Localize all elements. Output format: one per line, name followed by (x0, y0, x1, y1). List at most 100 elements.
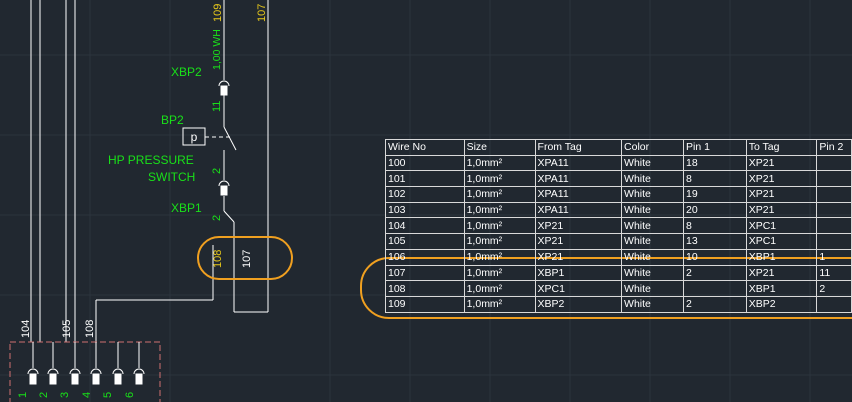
wire-table-cell[interactable]: XP21 (745, 186, 818, 203)
wire-table-cell[interactable] (816, 295, 852, 313)
wire-table-cell[interactable] (816, 170, 852, 188)
wire-table-row[interactable]: 109 1,0mm² XBP2 White 2 XBP2 (385, 295, 852, 313)
wire-table-cell[interactable]: 1 (816, 248, 852, 266)
wire-table-cell[interactable]: XPA11 (534, 170, 623, 188)
wire-table-cell[interactable]: XPC1 (534, 280, 623, 297)
wire-table-cell[interactable] (683, 280, 747, 297)
wire-table-row[interactable]: 103 1,0mm² XPA11 White 20 XP21 (385, 201, 852, 219)
wire-table-cell[interactable]: 1,0mm² (463, 295, 536, 313)
wire-table-cell[interactable] (816, 233, 852, 250)
wire-table-cell[interactable]: XP21 (534, 217, 623, 235)
wire-table-cell[interactable]: XP21 (745, 201, 818, 219)
wire-table-cell[interactable]: 107 (385, 264, 465, 282)
wire-table-cell[interactable]: 18 (683, 154, 747, 172)
wire-table-cell[interactable] (816, 154, 852, 172)
wire-label-105: 105 (61, 320, 73, 338)
wire-table-cell[interactable]: White (621, 233, 684, 250)
wire-table-cell[interactable]: 19 (683, 186, 747, 203)
wire-table-cell[interactable]: 103 (385, 201, 465, 219)
hp-switch-label-line2: SWITCH (148, 170, 195, 184)
wire-table-row[interactable]: 108 1,0mm² XPC1 White XBP1 2 (385, 280, 852, 297)
wire-table-row[interactable]: 106 1,0mm² XP21 White 10 XBP1 1 (385, 248, 852, 266)
wire-table-cell[interactable]: 11 (816, 264, 852, 282)
wire-table-cell[interactable]: 2 (816, 280, 852, 297)
wire-label-107-highlight: 107 (241, 250, 253, 268)
wire-table-cell[interactable]: White (621, 295, 684, 313)
wire-table-cell[interactable]: 1,0mm² (463, 186, 536, 203)
terminal-strip[interactable]: 1 2 3 4 5 6 (9, 341, 161, 402)
wire-table-cell[interactable]: 2 (683, 295, 747, 313)
wire-table-cell[interactable]: XP21 (745, 170, 818, 188)
connector-xbp2[interactable] (218, 80, 230, 96)
wire-table-row[interactable]: 104 1,0mm² XP21 White 8 XPC1 (385, 217, 852, 235)
wire-label-108-highlight: 108 (212, 250, 224, 268)
wire-table-cell[interactable]: 106 (385, 248, 465, 266)
wire-table-cell[interactable]: XPA11 (534, 201, 623, 219)
wire-table-cell[interactable]: White (621, 217, 684, 235)
wire-table-cell[interactable]: 1,0mm² (463, 248, 536, 266)
wire-bend[interactable] (223, 210, 235, 223)
wire-table-cell[interactable]: XBP2 (534, 295, 623, 313)
wire-label-108-bottom: 108 (84, 320, 96, 338)
wire-table-cell[interactable]: XP21 (745, 264, 818, 282)
wire-table-cell[interactable]: White (621, 170, 684, 188)
wire-table-header-cell: From Tag (534, 139, 623, 156)
wire-table-cell[interactable]: 1,0mm² (463, 280, 536, 297)
wire-table-cell[interactable] (816, 217, 852, 235)
wire-table-cell[interactable]: White (621, 264, 684, 282)
pressure-switch-bp2[interactable]: p (182, 127, 230, 146)
xbp1-label: XBP1 (171, 201, 202, 215)
wire-table-cell[interactable] (816, 201, 852, 219)
wire-table-cell[interactable]: XPA11 (534, 186, 623, 203)
wire-table-cell[interactable]: White (621, 248, 684, 266)
wire-table-cell[interactable]: 2 (683, 264, 747, 282)
wire-table-row[interactable]: 105 1,0mm² XP21 White 13 XPC1 (385, 233, 852, 250)
wire-table-cell[interactable]: 8 (683, 170, 747, 188)
wire-table-row[interactable]: 102 1,0mm² XPA11 White 19 XP21 (385, 186, 852, 203)
wire-table-cell[interactable]: XPC1 (745, 233, 818, 250)
wire-table-cell[interactable]: XBP1 (534, 264, 623, 282)
wire-table-row[interactable]: 107 1,0mm² XBP1 White 2 XP21 11 (385, 264, 852, 282)
wire-table-cell[interactable]: XP21 (534, 233, 623, 250)
wire-table-cell[interactable] (816, 186, 852, 203)
wire-table-cell[interactable]: XP21 (534, 248, 623, 266)
wire-table-cell[interactable]: 1,0mm² (463, 170, 536, 188)
wire-table-cell[interactable]: 10 (683, 248, 747, 266)
wire-table-cell[interactable]: White (621, 280, 684, 297)
wire-table-cell[interactable]: XBP1 (745, 280, 818, 297)
wire-table-cell[interactable]: XBP2 (745, 295, 818, 313)
wire-table-cell[interactable]: 104 (385, 217, 465, 235)
wire-table[interactable]: Wire No Size From Tag Color Pin 1 To Tag Pin 2… (385, 139, 852, 313)
switch-contact[interactable] (223, 126, 237, 151)
cad-drawing-canvas[interactable]: p 109 107 1,00 WH XBP2 11 BP2 HP PRESSUR… (0, 0, 852, 402)
wire-table-cell[interactable]: 101 (385, 170, 465, 188)
wire-table-cell[interactable]: 1,0mm² (463, 233, 536, 250)
wire-table-cell[interactable]: XPC1 (745, 217, 818, 235)
connector-xbp1[interactable] (218, 180, 230, 196)
terminal-number-2: 2 (38, 392, 50, 398)
wire-table-cell[interactable]: White (621, 186, 684, 203)
wire-table-cell[interactable]: White (621, 201, 684, 219)
pressure-symbol: p (191, 130, 198, 144)
wire-table-cell[interactable]: 100 (385, 154, 465, 172)
wire-table-cell[interactable]: 13 (683, 233, 747, 250)
wire-table-cell[interactable]: 102 (385, 186, 465, 203)
wire-table-cell[interactable]: XBP1 (745, 248, 818, 266)
wire-label-104: 104 (20, 320, 32, 338)
xbp1-pin: 2 (211, 215, 223, 221)
wire-table-cell[interactable]: 105 (385, 233, 465, 250)
wire-table-cell[interactable]: 20 (683, 201, 747, 219)
wire-table-cell[interactable]: 1,0mm² (463, 217, 536, 235)
wire-table-cell[interactable]: 1,0mm² (463, 154, 536, 172)
wire-table-cell[interactable]: 109 (385, 295, 465, 313)
wire-table-cell[interactable]: 108 (385, 280, 465, 297)
wire-table-cell[interactable]: XPA11 (534, 154, 623, 172)
wire-table-row[interactable]: 100 1,0mm² XPA11 White 18 XP21 (385, 154, 852, 172)
wire-table-row[interactable]: 101 1,0mm² XPA11 White 8 XP21 (385, 170, 852, 188)
wire-table-cell[interactable]: 8 (683, 217, 747, 235)
wire-table-cell[interactable]: White (621, 154, 684, 172)
wire-table-cell[interactable]: 1,0mm² (463, 201, 536, 219)
wire-table-cell[interactable]: 1,0mm² (463, 264, 536, 282)
wire-table-cell[interactable]: XP21 (745, 154, 818, 172)
wire-table-header-cell: Color (621, 139, 684, 156)
